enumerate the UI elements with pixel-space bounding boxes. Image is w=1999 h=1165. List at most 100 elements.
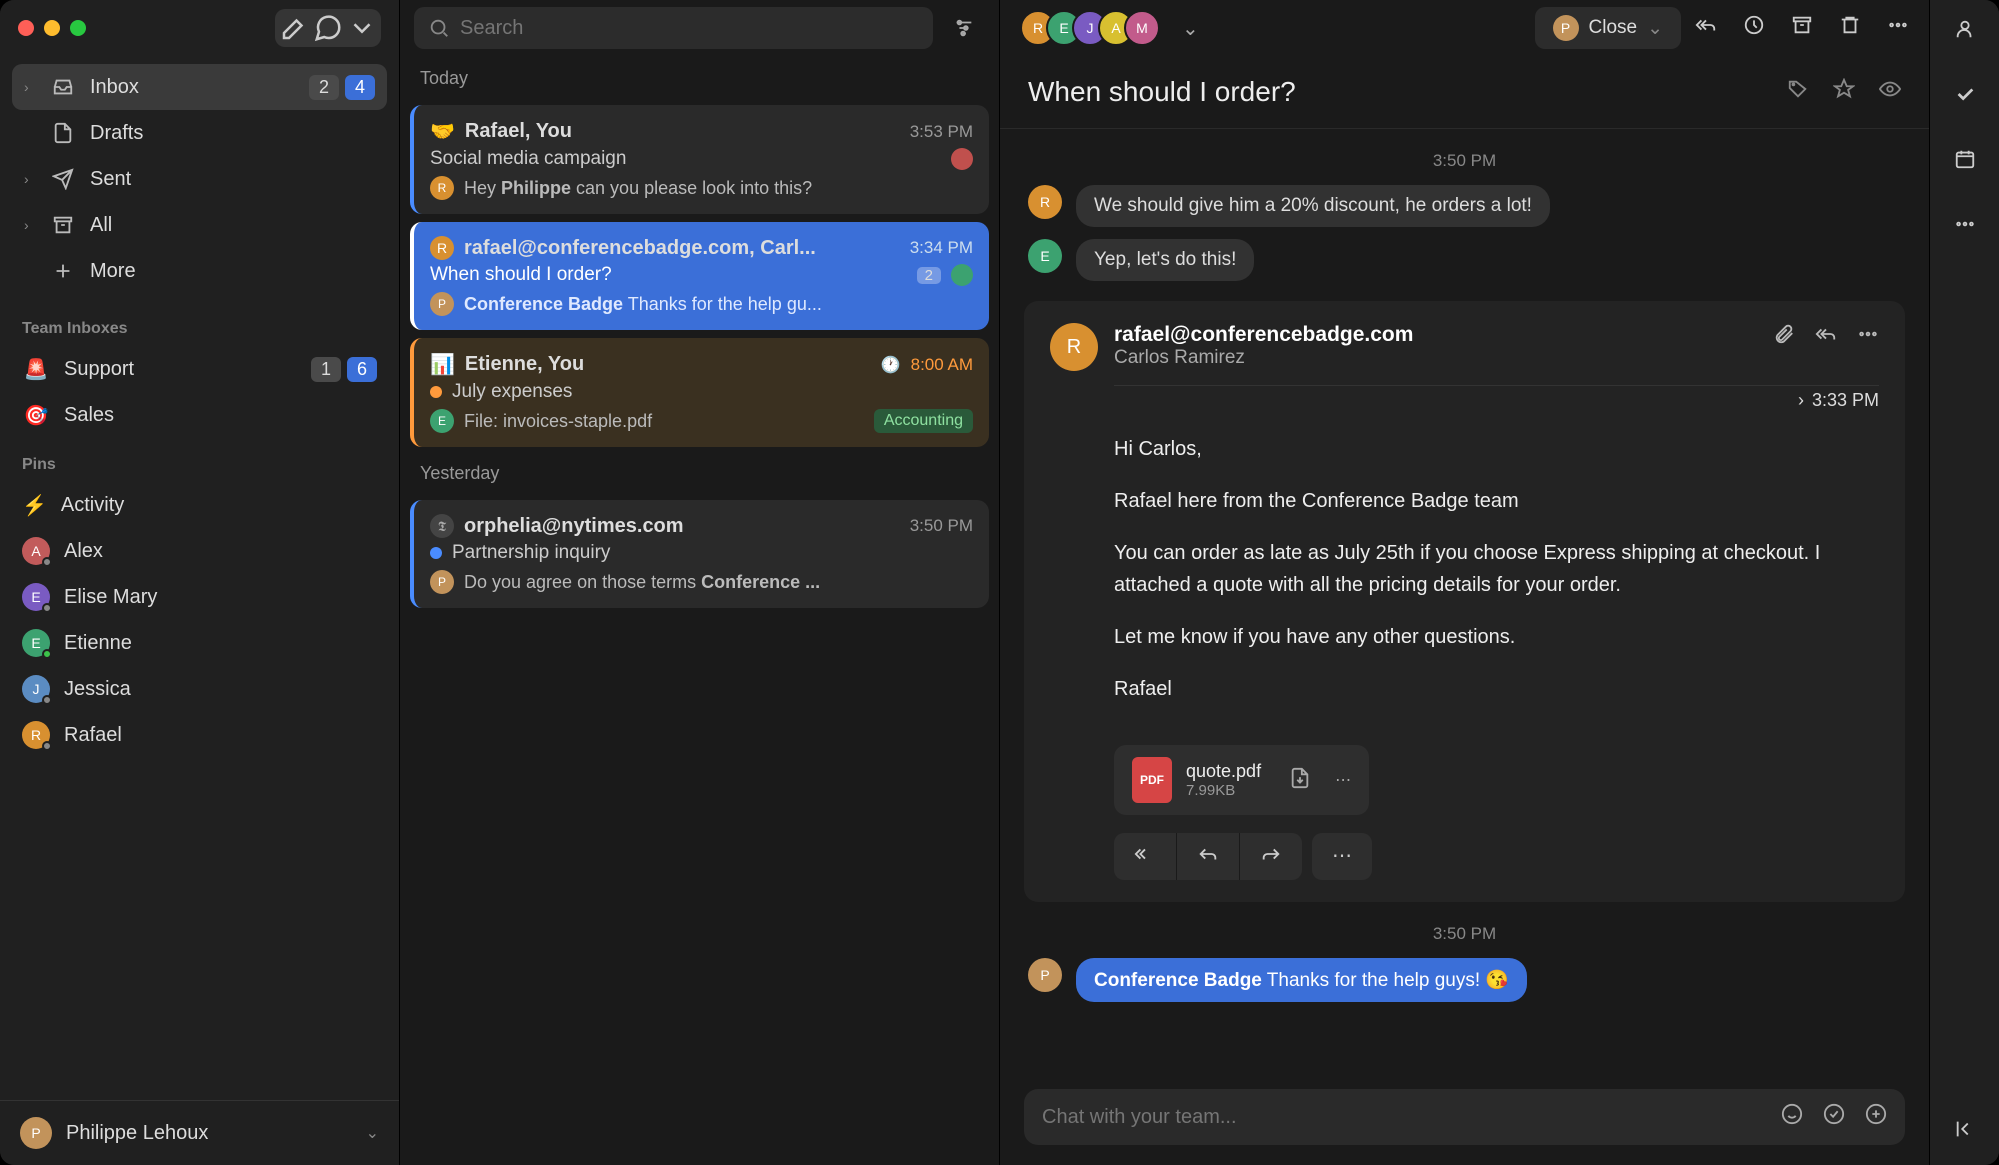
reply-all-button[interactable]	[1114, 833, 1177, 880]
nav-drafts[interactable]: Drafts	[12, 110, 387, 156]
participant-avatars[interactable]: R E J A M	[1020, 10, 1160, 46]
thread-item-selected[interactable]: R rafael@conferencebadge.com, Carl... 3:…	[410, 222, 989, 330]
nav-label: Drafts	[90, 122, 143, 145]
handshake-icon: 🤝	[430, 119, 455, 144]
team-sales[interactable]: 🎯 Sales	[0, 392, 399, 438]
reply-button[interactable]	[1177, 833, 1240, 880]
nav-all[interactable]: › All	[12, 202, 387, 248]
status-dot-icon	[430, 547, 442, 559]
target-icon: 🎯	[22, 401, 50, 429]
nav-more[interactable]: More	[12, 248, 387, 294]
pin-label: Jessica	[64, 678, 131, 701]
thread-preview: Do you agree on those terms Conference .…	[464, 572, 820, 593]
conversation-body: 3:50 PM R We should give him a 20% disco…	[1000, 129, 1929, 1075]
pin-alex[interactable]: A Alex	[0, 528, 399, 574]
email-card: R rafael@conferencebadge.com Carlos Rami…	[1024, 301, 1905, 902]
section-team-header: Team Inboxes	[0, 302, 399, 346]
check-icon[interactable]	[1823, 1103, 1845, 1131]
pin-jessica[interactable]: J Jessica	[0, 666, 399, 712]
compose-input[interactable]	[1042, 1106, 1767, 1129]
conversation-pane: R E J A M ⌄ P Close ⌄ When should	[1000, 0, 1929, 1165]
pin-label: Etienne	[64, 632, 132, 655]
nav-primary: › Inbox 2 4 Drafts › Sent ›	[0, 56, 399, 302]
chevron-down-icon[interactable]: ⌄	[366, 1123, 379, 1143]
attachment-icon[interactable]	[1773, 323, 1795, 351]
filter-button[interactable]	[943, 7, 985, 49]
reply-toolbar: ⋯	[1114, 833, 1879, 880]
thread-preview: File: invoices-staple.pdf	[464, 411, 652, 432]
thread-item[interactable]: 𝕿 orphelia@nytimes.com 3:50 PM Partnersh…	[410, 500, 989, 608]
nav-label: Inbox	[90, 76, 139, 99]
date-header-today: Today	[400, 56, 999, 101]
compose-icon[interactable]	[279, 13, 309, 43]
section-pins-header: Pins	[0, 438, 399, 482]
pin-activity[interactable]: ⚡ Activity	[0, 482, 399, 528]
star-icon[interactable]	[1833, 78, 1855, 106]
pin-etienne[interactable]: E Etienne	[0, 620, 399, 666]
reply-all-icon[interactable]	[1695, 14, 1717, 42]
pin-rafael[interactable]: R Rafael	[0, 712, 399, 758]
more-icon[interactable]: ⋯	[1335, 770, 1351, 790]
attachment[interactable]: PDF quote.pdf 7.99KB ⋯	[1114, 745, 1369, 815]
snooze-icon[interactable]	[1743, 14, 1765, 42]
more-icon[interactable]	[1887, 14, 1909, 42]
traffic-lights[interactable]	[18, 20, 86, 36]
plus-circle-icon[interactable]	[1865, 1103, 1887, 1131]
team-label: Sales	[64, 404, 114, 427]
thread-time: 3:53 PM	[910, 122, 973, 142]
reply-all-icon[interactable]	[1815, 323, 1837, 351]
chevron-down-icon[interactable]: ⌄	[1174, 16, 1207, 41]
check-icon[interactable]	[1954, 83, 1976, 112]
chevron-down-icon[interactable]	[347, 13, 377, 43]
maximize-window-icon[interactable]	[70, 20, 86, 36]
chat-icon[interactable]	[313, 13, 343, 43]
trash-icon[interactable]	[1839, 14, 1861, 42]
time-separator: 3:50 PM	[1000, 143, 1929, 179]
minimize-window-icon[interactable]	[44, 20, 60, 36]
thread-list: Today 🤝 Rafael, You 3:53 PM Social media…	[400, 0, 1000, 1165]
inbox-icon	[50, 76, 76, 98]
forward-button[interactable]	[1240, 833, 1302, 880]
thread-time: 3:34 PM	[910, 238, 973, 258]
email-to: Carlos Ramirez	[1114, 347, 1413, 369]
collapse-icon[interactable]	[1954, 1118, 1976, 1147]
emoji-icon[interactable]	[1781, 1103, 1803, 1131]
close-button[interactable]: P Close ⌄	[1535, 7, 1682, 49]
nav-sent[interactable]: › Sent	[12, 156, 387, 202]
avatar: E	[430, 409, 454, 433]
assignee-avatar	[951, 148, 973, 170]
user-footer[interactable]: P Philippe Lehoux ⌄	[0, 1100, 399, 1165]
siren-icon: 🚨	[22, 355, 50, 383]
clock-icon: 🕐	[881, 355, 901, 375]
email-from: rafael@conferencebadge.com	[1114, 323, 1413, 347]
tag-icon[interactable]	[1787, 78, 1809, 106]
team-support[interactable]: 🚨 Support 1 6	[0, 346, 399, 392]
current-user-name: Philippe Lehoux	[66, 1122, 208, 1145]
more-button[interactable]: ⋯	[1312, 833, 1372, 880]
email-body: Hi Carlos, Rafael here from the Conferen…	[1114, 433, 1879, 705]
email-time[interactable]: › 3:33 PM	[1798, 390, 1879, 411]
thread-time: 8:00 AM	[911, 355, 973, 375]
profile-icon[interactable]	[1954, 18, 1976, 47]
archive-icon[interactable]	[1791, 14, 1813, 42]
calendar-icon[interactable]	[1954, 148, 1976, 177]
pin-elise[interactable]: E Elise Mary	[0, 574, 399, 620]
thread-item[interactable]: 🤝 Rafael, You 3:53 PM Social media campa…	[410, 105, 989, 214]
search-box[interactable]	[414, 7, 933, 49]
search-input[interactable]	[460, 17, 919, 40]
support-count-b: 6	[347, 357, 377, 382]
nav-inbox[interactable]: › Inbox 2 4	[12, 64, 387, 110]
avatar: P	[430, 292, 454, 316]
nav-label: All	[90, 214, 112, 237]
nav-label: Sent	[90, 168, 131, 191]
close-label: Close	[1589, 17, 1638, 39]
eye-icon[interactable]	[1879, 78, 1901, 106]
right-rail	[1929, 0, 1999, 1165]
thread-item[interactable]: 📊 Etienne, You 🕐 8:00 AM July expenses E…	[410, 338, 989, 447]
compose-box[interactable]	[1024, 1089, 1905, 1145]
avatar: E	[1028, 239, 1062, 273]
download-icon[interactable]	[1289, 767, 1311, 794]
close-window-icon[interactable]	[18, 20, 34, 36]
more-icon[interactable]	[1954, 213, 1976, 242]
more-icon[interactable]	[1857, 323, 1879, 351]
